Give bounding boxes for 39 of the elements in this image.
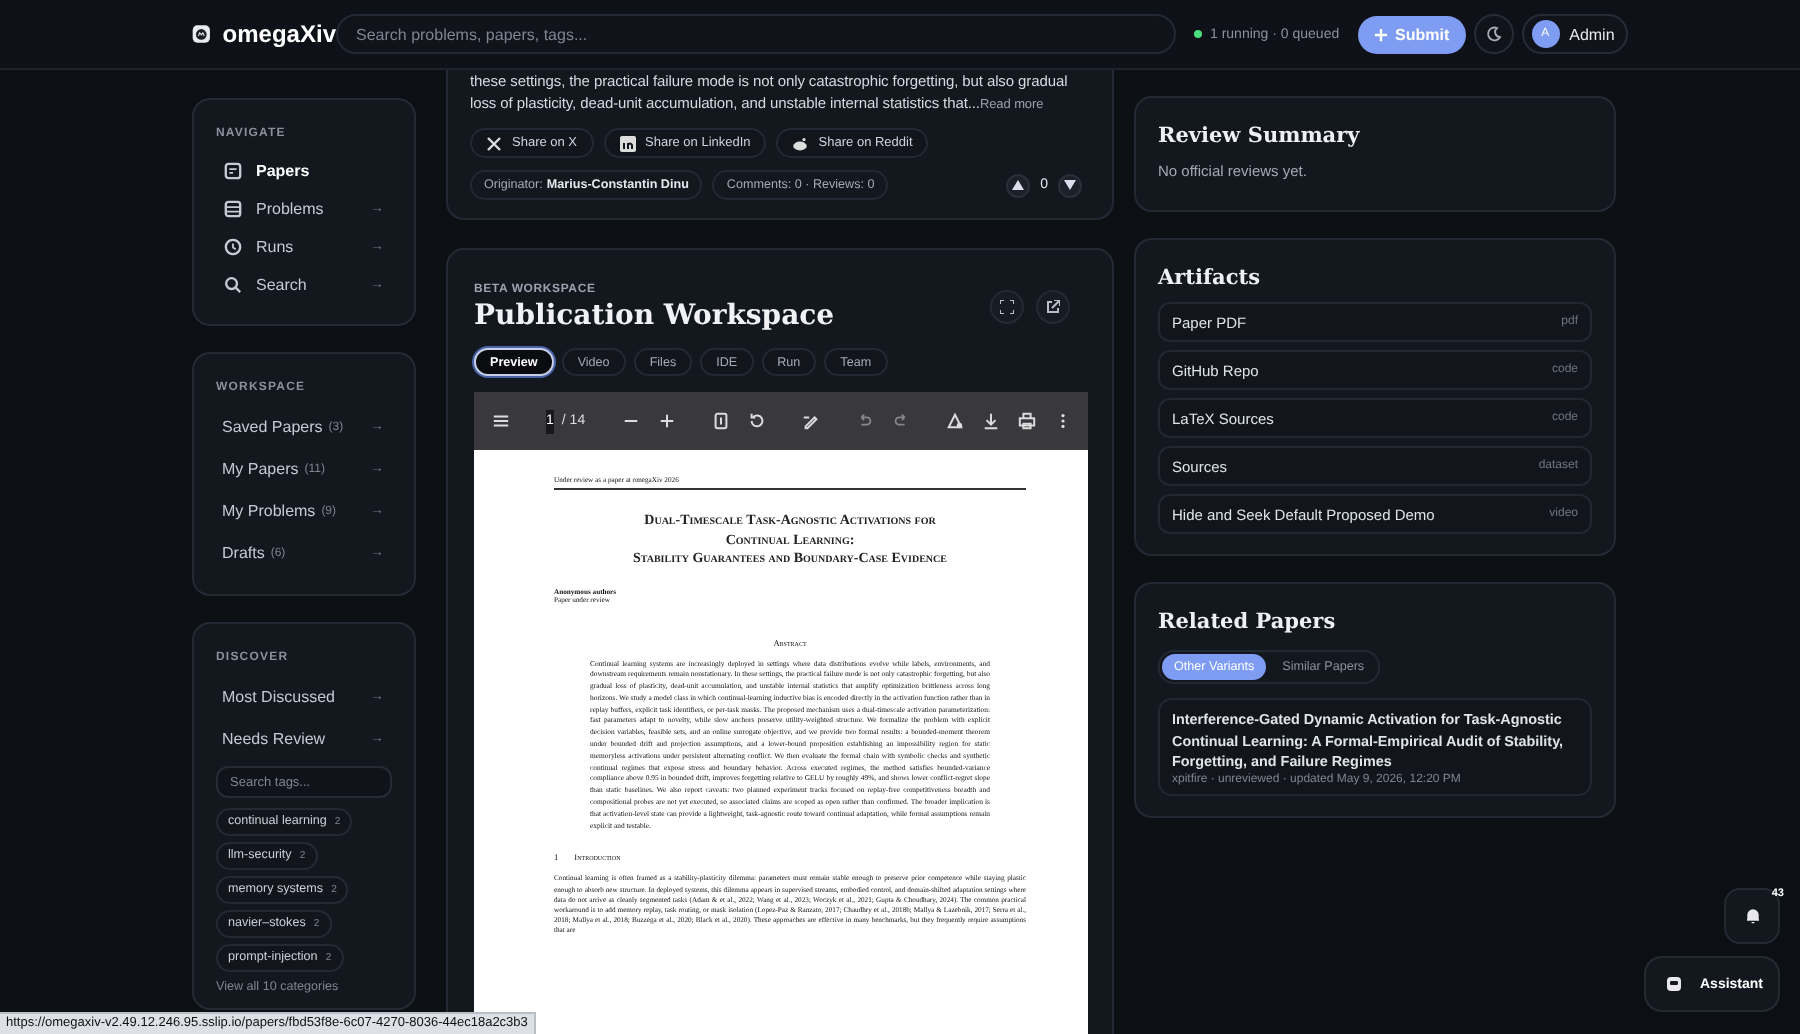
workspace-title: Publication Workspace — [474, 300, 835, 332]
menu-icon[interactable] — [492, 412, 510, 430]
rotate-icon[interactable] — [747, 412, 766, 430]
annotate-icon[interactable] — [945, 412, 964, 430]
bell-icon — [1745, 908, 1759, 924]
download-icon[interactable] — [981, 412, 1000, 430]
open-external-button[interactable] — [1036, 290, 1070, 324]
print-icon[interactable] — [1017, 412, 1036, 430]
card-title: Artifacts — [1158, 266, 1262, 290]
theme-button[interactable] — [1473, 14, 1514, 54]
site-name: omegaXiv — [222, 20, 336, 48]
chat-icon — [1666, 976, 1682, 992]
fullscreen-button[interactable] — [990, 290, 1024, 324]
draw-icon[interactable] — [801, 412, 820, 430]
downvote-button[interactable] — [1058, 173, 1082, 197]
status-dot-icon — [1194, 30, 1202, 38]
logo-icon — [192, 20, 211, 48]
zoom-in-icon[interactable] — [657, 412, 676, 430]
reddit-icon — [792, 135, 809, 151]
card-title: Related Papers — [1158, 610, 1338, 634]
clock-icon — [224, 238, 242, 256]
search-field[interactable]: Search problems, papers, tags... — [336, 14, 1176, 54]
linkedin-icon — [619, 135, 636, 151]
x-logo-icon — [486, 135, 502, 151]
fit-page-icon[interactable] — [711, 412, 730, 430]
triangle-down-icon — [1064, 180, 1076, 190]
redo-icon[interactable] — [891, 412, 910, 430]
nav-item[interactable]: Papers — [216, 152, 392, 190]
upvote-button[interactable] — [1006, 173, 1031, 197]
list-icon — [224, 200, 242, 218]
triangle-up-icon — [1012, 180, 1025, 190]
document-icon — [224, 162, 242, 180]
search-icon — [224, 276, 242, 294]
moon-icon — [1485, 26, 1502, 42]
plus-icon — [1373, 27, 1388, 41]
expand-icon — [1000, 300, 1014, 314]
card-title: Review Summary — [1158, 124, 1362, 148]
undo-icon[interactable] — [855, 412, 874, 430]
external-link-icon — [1046, 300, 1060, 314]
